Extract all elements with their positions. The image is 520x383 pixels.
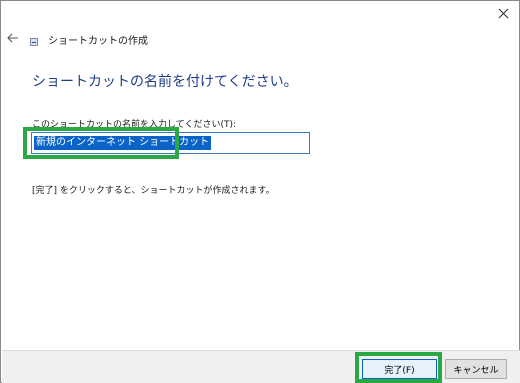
shortcut-name-label: このショートカットの名前を入力してください(T):: [32, 120, 237, 130]
finish-instruction-text: [完了] をクリックすると、ショートカットが作成されます。: [32, 186, 275, 196]
back-arrow-icon: [7, 33, 18, 43]
shortcut-name-selected-text: 新規のインターネット ショートカット: [34, 136, 212, 150]
close-icon: [498, 8, 508, 18]
back-button[interactable]: [5, 31, 21, 45]
shortcut-name-input[interactable]: 新規のインターネット ショートカット: [31, 132, 310, 154]
button-bar: [2, 350, 520, 383]
finish-button[interactable]: 完了(F): [362, 359, 437, 379]
close-button[interactable]: [491, 3, 515, 23]
cancel-button[interactable]: キャンセル: [445, 359, 507, 379]
wizard-title: ショートカットの作成: [48, 36, 148, 47]
page-heading: ショートカットの名前を付けてください。: [32, 74, 298, 90]
create-shortcut-window: ショートカットの作成 ショートカットの名前を付けてください。 このショートカット…: [0, 0, 520, 383]
shortcut-wizard-icon: [30, 38, 38, 46]
